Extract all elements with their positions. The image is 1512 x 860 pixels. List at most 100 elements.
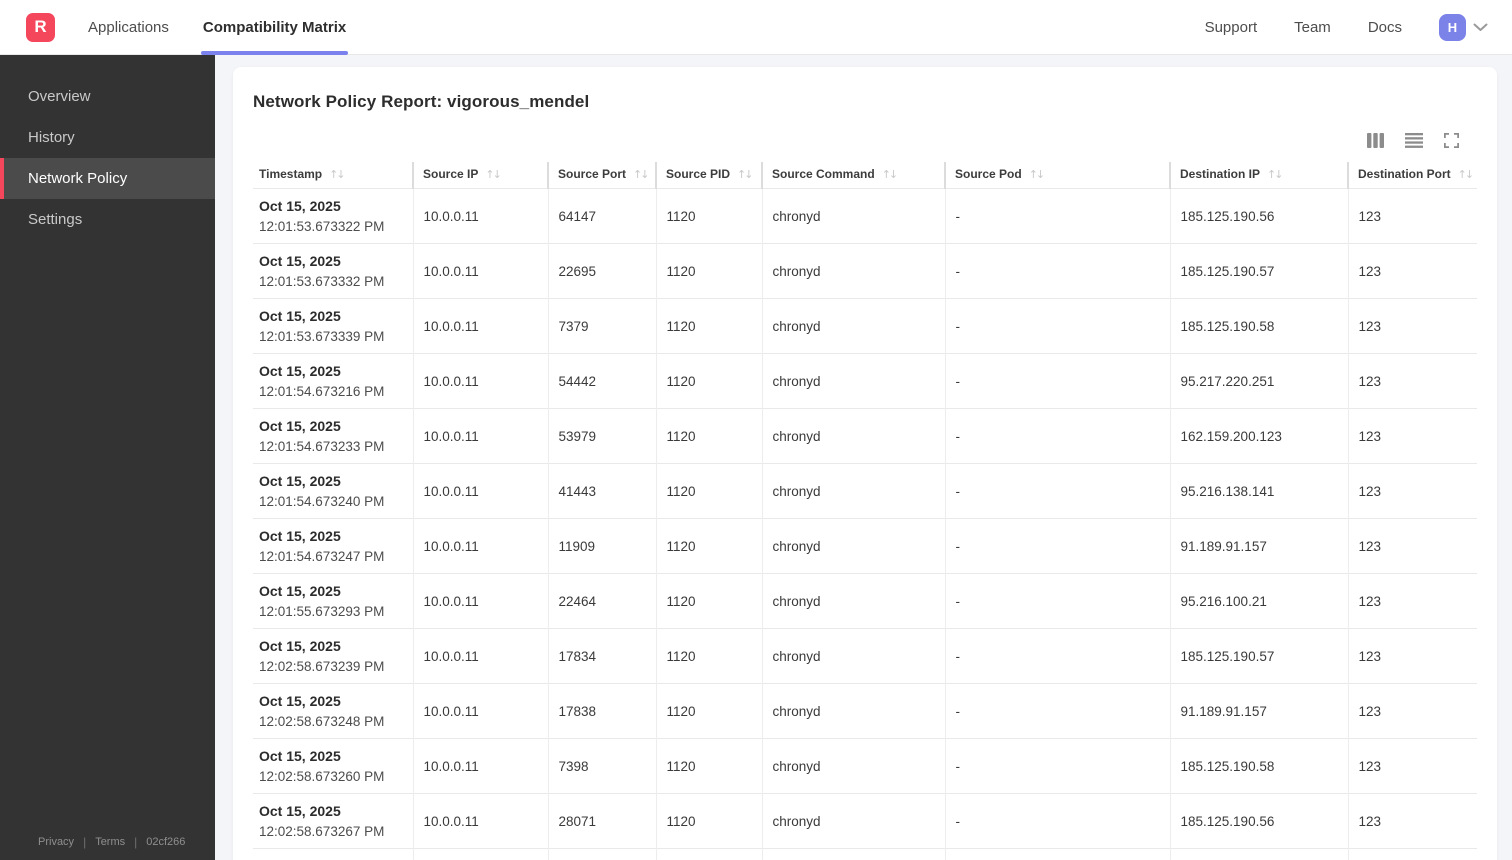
column-header-source-pod[interactable]: Source Pod ↑↓ bbox=[944, 162, 1170, 189]
timestamp-date: Oct 15, 2025 bbox=[259, 693, 341, 709]
table-row: Oct 15, 2025 12:02:58.673239 PM 10.0.0.11 1… bbox=[253, 628, 1477, 684]
table-row: Oct 15, 2025 bbox=[253, 848, 1477, 860]
sidebar-item-network-policy[interactable]: Network Policy bbox=[0, 158, 215, 199]
column-label: Source Command bbox=[772, 167, 875, 181]
footer-divider: | bbox=[83, 835, 87, 849]
timestamp-date: Oct 15, 2025 bbox=[259, 308, 341, 324]
nav-link-team[interactable]: Team bbox=[1294, 19, 1331, 36]
table-row: Oct 15, 2025 12:01:54.673240 PM 10.0.0.11 4… bbox=[253, 463, 1477, 519]
list-view-icon[interactable] bbox=[1405, 132, 1423, 148]
timestamp-time: 12:01:55.673293 PM bbox=[259, 604, 385, 619]
nav-right: Support Team Docs H bbox=[1205, 0, 1512, 54]
column-label: Destination IP bbox=[1180, 167, 1261, 181]
cell-source-pid: 1120 bbox=[655, 353, 762, 409]
column-header-destination-port[interactable]: Destination Port ↑↓ bbox=[1347, 162, 1477, 189]
footer-divider: | bbox=[134, 835, 138, 849]
column-header-timestamp[interactable]: Timestamp ↑↓ bbox=[253, 162, 413, 189]
cell-destination-port: 123 bbox=[1347, 628, 1477, 684]
nav-tab-compatibility-matrix[interactable]: Compatibility Matrix bbox=[200, 0, 349, 55]
cell-source-command: chronyd bbox=[761, 298, 945, 354]
cell-destination-ip: 185.125.190.58 bbox=[1169, 298, 1348, 354]
cell-destination-port: 123 bbox=[1347, 353, 1477, 409]
sort-icon[interactable]: ↑↓ bbox=[1029, 168, 1046, 181]
cell-source-pod: - bbox=[944, 628, 1170, 684]
nav-link-support[interactable]: Support bbox=[1205, 19, 1258, 36]
cell-source-command bbox=[761, 848, 945, 860]
page-title: Network Policy Report: vigorous_mendel bbox=[253, 92, 590, 111]
sort-icon[interactable]: ↑↓ bbox=[633, 168, 650, 181]
timestamp-time: 12:01:54.673216 PM bbox=[259, 384, 385, 399]
sort-icon[interactable]: ↑↓ bbox=[485, 168, 502, 181]
fullscreen-icon[interactable] bbox=[1444, 132, 1459, 148]
column-header-source-ip[interactable]: Source IP ↑↓ bbox=[412, 162, 548, 189]
timestamp-time: 12:02:58.673248 PM bbox=[259, 714, 385, 729]
column-header-destination-ip[interactable]: Destination IP ↑↓ bbox=[1169, 162, 1348, 189]
timestamp-time: 12:02:58.673267 PM bbox=[259, 824, 385, 839]
cell-source-port: 7379 bbox=[547, 298, 656, 354]
cell-source-command: chronyd bbox=[761, 573, 945, 629]
table-row: Oct 15, 2025 12:02:58.673267 PM 10.0.0.11 2… bbox=[253, 793, 1477, 849]
cell-destination-port: 123 bbox=[1347, 243, 1477, 299]
sort-icon[interactable]: ↑↓ bbox=[882, 168, 899, 181]
cell-source-pod: - bbox=[944, 683, 1170, 739]
footer-privacy[interactable]: Privacy bbox=[38, 836, 74, 848]
column-label: Source IP bbox=[423, 167, 479, 181]
cell-destination-port: 123 bbox=[1347, 188, 1477, 244]
column-header-source-command[interactable]: Source Command ↑↓ bbox=[761, 162, 945, 189]
cell-timestamp: Oct 15, 2025 12:02:58.673239 PM bbox=[253, 628, 413, 684]
report-card: Network Policy Report: vigorous_mendel T… bbox=[233, 67, 1497, 860]
cell-source-port: 22695 bbox=[547, 243, 656, 299]
timestamp-time: 12:01:53.673322 PM bbox=[259, 219, 385, 234]
sort-icon[interactable]: ↑↓ bbox=[329, 168, 346, 181]
cell-source-pid: 1120 bbox=[655, 243, 762, 299]
cell-source-port: 11909 bbox=[547, 518, 656, 574]
columns-view-icon[interactable] bbox=[1367, 132, 1384, 148]
cell-destination-port: 123 bbox=[1347, 683, 1477, 739]
nav-link-docs[interactable]: Docs bbox=[1368, 19, 1402, 36]
timestamp-date: Oct 15, 2025 bbox=[259, 198, 341, 214]
cell-source-command: chronyd bbox=[761, 518, 945, 574]
cell-source-pid: 1120 bbox=[655, 298, 762, 354]
sort-icon[interactable]: ↑↓ bbox=[1458, 168, 1475, 181]
cell-source-pid: 1120 bbox=[655, 408, 762, 464]
timestamp-time: 12:01:54.673233 PM bbox=[259, 439, 385, 454]
cell-destination-ip: 185.125.190.58 bbox=[1169, 738, 1348, 794]
timestamp-time: 12:02:58.673260 PM bbox=[259, 769, 385, 784]
timestamp-time: 12:01:54.673240 PM bbox=[259, 494, 385, 509]
cell-timestamp: Oct 15, 2025 12:01:54.673240 PM bbox=[253, 463, 413, 519]
cell-timestamp: Oct 15, 2025 12:01:55.673293 PM bbox=[253, 573, 413, 629]
nav-tab-applications[interactable]: Applications bbox=[88, 0, 169, 55]
cell-source-ip: 10.0.0.11 bbox=[412, 243, 548, 299]
column-header-source-pid[interactable]: Source PID ↑↓ bbox=[655, 162, 762, 189]
table-row: Oct 15, 2025 12:02:58.673260 PM 10.0.0.11 7… bbox=[253, 738, 1477, 794]
table-row: Oct 15, 2025 12:01:53.673322 PM 10.0.0.11 6… bbox=[253, 188, 1477, 244]
cell-timestamp: Oct 15, 2025 12:02:58.673260 PM bbox=[253, 738, 413, 794]
sort-icon[interactable]: ↑↓ bbox=[1267, 168, 1284, 181]
cell-source-ip: 10.0.0.11 bbox=[412, 683, 548, 739]
cell-destination-port: 123 bbox=[1347, 408, 1477, 464]
nav-left: R Applications Compatibility Matrix bbox=[0, 0, 380, 55]
cell-timestamp: Oct 15, 2025 12:02:58.673267 PM bbox=[253, 793, 413, 849]
chevron-down-icon[interactable] bbox=[1473, 23, 1488, 32]
cell-timestamp: Oct 15, 2025 12:01:53.673339 PM bbox=[253, 298, 413, 354]
cell-source-pod: - bbox=[944, 408, 1170, 464]
app-logo[interactable]: R bbox=[26, 12, 55, 42]
sidebar-item-history[interactable]: History bbox=[0, 117, 215, 158]
sidebar-item-settings[interactable]: Settings bbox=[0, 199, 215, 240]
timestamp-date: Oct 15, 2025 bbox=[259, 473, 341, 489]
cell-source-pod: - bbox=[944, 298, 1170, 354]
table-row: Oct 15, 2025 12:02:58.673248 PM 10.0.0.11 1… bbox=[253, 683, 1477, 739]
column-label: Timestamp bbox=[259, 167, 323, 181]
cell-timestamp: Oct 15, 2025 bbox=[253, 848, 413, 860]
cell-destination-ip: 162.159.200.123 bbox=[1169, 408, 1348, 464]
user-avatar[interactable]: H bbox=[1439, 13, 1466, 41]
cell-source-ip: 10.0.0.11 bbox=[412, 628, 548, 684]
cell-source-command: chronyd bbox=[761, 243, 945, 299]
sidebar-item-overview[interactable]: Overview bbox=[0, 76, 215, 117]
sort-icon[interactable]: ↑↓ bbox=[737, 168, 754, 181]
sidebar: Overview History Network Policy Settings Pr… bbox=[0, 55, 215, 860]
timestamp-time: 12:01:53.673332 PM bbox=[259, 274, 385, 289]
column-header-source-port[interactable]: Source Port ↑↓ bbox=[547, 162, 656, 189]
footer-terms[interactable]: Terms bbox=[95, 836, 125, 848]
cell-source-pid: 1120 bbox=[655, 683, 762, 739]
